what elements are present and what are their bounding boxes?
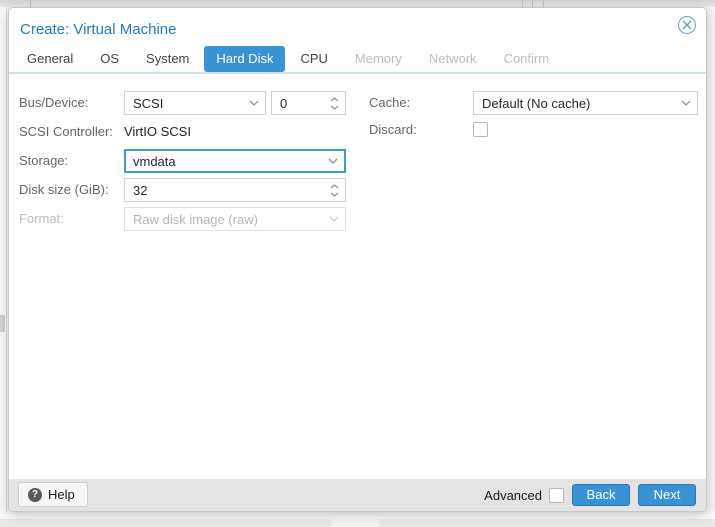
background-separator [543,0,544,7]
help-button[interactable]: ? Help [18,482,88,507]
bus-device-input[interactable] [125,92,265,114]
disk-size-input[interactable] [125,179,345,201]
background-separator [532,0,533,7]
next-button[interactable]: Next [638,484,696,506]
question-icon: ? [28,487,42,502]
cache-combo[interactable] [473,91,698,115]
background-panel-border [6,7,7,527]
scsi-controller-label: SCSI Controller: [19,124,113,139]
close-icon[interactable] [678,16,696,34]
discard-checkbox[interactable] [473,122,488,137]
background-bottom-segment [331,519,379,527]
advanced-checkbox[interactable] [549,487,564,503]
cache-input[interactable] [474,92,697,114]
format-label: Format: [19,211,64,226]
back-button[interactable]: Back [572,484,630,506]
tabbar-underline [9,72,706,74]
tab-os[interactable]: OS [88,46,131,72]
bus-device-combo[interactable] [124,91,266,115]
chevron-down-icon[interactable] [249,92,259,114]
tab-memory: Memory [354,51,402,66]
bus-number-spinner[interactable] [271,91,346,115]
create-vm-dialog: Create: Virtual Machine General OS Syste… [8,7,707,512]
tab-hard-disk[interactable]: Hard Disk [204,46,286,72]
tab-system[interactable]: System [134,46,201,72]
advanced-label: Advanced [484,487,542,503]
background-separator [522,0,523,7]
storage-label: Storage: [19,153,69,168]
format-input [125,208,345,230]
background-toolbar [0,0,715,7]
disk-size-spinner[interactable] [124,178,346,202]
splitter-handle[interactable] [0,315,5,332]
spinner-arrows-icon[interactable] [330,92,339,114]
dialog-title: Create: Virtual Machine [20,21,177,38]
disk-size-label: Disk size (GiB): [19,182,109,197]
format-combo [124,207,346,231]
background-separator [30,0,31,7]
cache-label: Cache: [369,95,411,110]
dialog-footer: ? Help Advanced Back Next [9,479,706,511]
spinner-arrows-icon[interactable] [330,179,339,201]
chevron-down-icon[interactable] [328,151,338,171]
storage-input[interactable] [126,151,344,171]
scsi-controller-value: VirtIO SCSI [124,124,191,139]
chevron-down-icon [329,208,339,230]
tab-network: Network [428,51,477,66]
bus-device-label: Bus/Device: [19,95,89,110]
discard-label: Discard: [369,122,417,137]
help-button-label: Help [48,487,75,502]
tab-general[interactable]: General [15,46,85,72]
wizard-tabbar: General OS System Hard Disk CPU Memory N… [9,46,706,72]
storage-combo[interactable] [124,149,346,173]
tab-cpu[interactable]: CPU [288,46,339,72]
chevron-down-icon[interactable] [681,92,691,114]
tab-confirm: Confirm [503,51,550,66]
